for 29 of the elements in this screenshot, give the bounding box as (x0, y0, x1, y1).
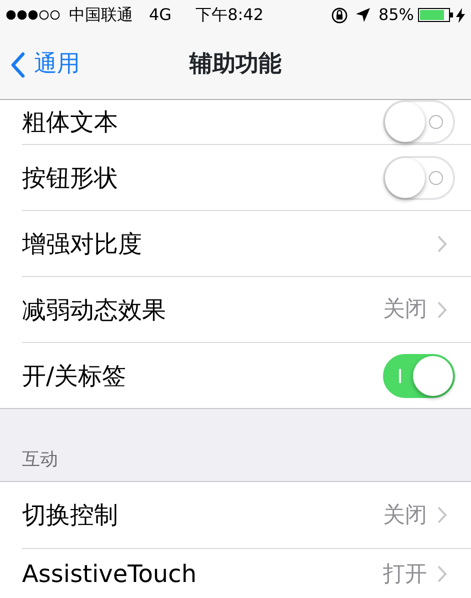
section-header: 互动 (22, 448, 58, 472)
setting-label: 增强对比度 (22, 228, 143, 260)
chevron-right-icon (437, 565, 447, 583)
setting-value: 关闭 (383, 296, 427, 324)
setting-label: 减弱动态效果 (22, 294, 167, 326)
setting-label: 按钮形状 (22, 162, 119, 194)
clock-time: 下午8:42 (196, 4, 264, 26)
setting-label: AssistiveTouch (22, 559, 198, 590)
setting-label: 切换控制 (22, 500, 119, 531)
setting-value: 打开 (383, 560, 427, 588)
network-type: 4G (149, 4, 172, 26)
chevron-right-icon (437, 506, 447, 524)
location-arrow-icon (356, 8, 370, 22)
rotation-lock-icon (331, 6, 348, 24)
setting-label: 粗体文本 (22, 107, 119, 138)
back-button[interactable]: 通用 (0, 47, 80, 82)
carrier-name: 中国联通 (69, 4, 133, 26)
chevron-right-icon (437, 234, 447, 252)
screen-title: 辅助功能 (190, 50, 282, 80)
setting-value: 关闭 (383, 502, 427, 530)
setting-label: 开/关标签 (22, 360, 128, 392)
battery-percent: 85% (378, 4, 414, 26)
charging-bolt-icon (456, 8, 465, 22)
toggle-switch[interactable] (383, 100, 455, 144)
toggle-switch[interactable] (383, 354, 455, 398)
chevron-right-icon (437, 300, 447, 318)
toggle-switch[interactable] (383, 156, 455, 200)
back-chevron-icon (10, 52, 26, 78)
battery-icon (418, 7, 454, 23)
